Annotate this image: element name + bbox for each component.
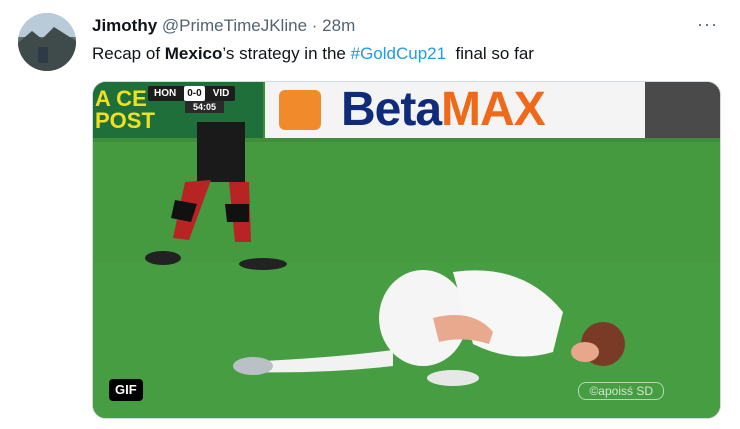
ad-brand-part-1: Beta (341, 83, 442, 136)
avatar[interactable] (18, 13, 76, 71)
ad-brand-part-2: MAX (441, 83, 546, 136)
match-clock: 54:05 (185, 101, 225, 113)
gif-badge: GIF (109, 379, 143, 401)
scorebug-score: 0-0 (184, 86, 205, 101)
tweet-text-suffix: final so far (446, 44, 534, 63)
gif-media[interactable]: A CE POST BetaMAX HON 0-0 VID 54:05 GIF … (92, 81, 721, 419)
author-name[interactable]: Jimothy (92, 16, 157, 35)
more-options-icon[interactable]: ··· (697, 14, 718, 35)
tweet-header: Jimothy @PrimeTimeJKline · 28m (92, 15, 355, 37)
tweet-text-bold: Mexico (164, 44, 223, 63)
scorebug-home: HON (154, 88, 177, 99)
scorebug-away: VID (212, 88, 230, 99)
ad-board-betamax: BetaMAX (293, 84, 653, 136)
separator-dot: · (311, 16, 318, 35)
tweet-text-prefix: Recap of (92, 44, 165, 63)
tweet-text: Recap of Mexico’s strategy in the #GoldC… (92, 43, 534, 65)
avatar-image (18, 13, 76, 71)
hashtag-link[interactable]: #GoldCup21 (351, 44, 446, 63)
tweet-card[interactable]: Jimothy @PrimeTimeJKline · 28m ··· Recap… (0, 0, 740, 429)
author-handle[interactable]: @PrimeTimeJKline (162, 16, 307, 35)
ad-board-left: A CE POST (95, 86, 155, 133)
timestamp[interactable]: 28m (322, 16, 355, 35)
broadcast-watermark: ©apoisś SD (578, 382, 664, 400)
scorebug: HON 0-0 VID (148, 86, 236, 101)
tweet-text-mid: ’s strategy in the (222, 44, 351, 63)
